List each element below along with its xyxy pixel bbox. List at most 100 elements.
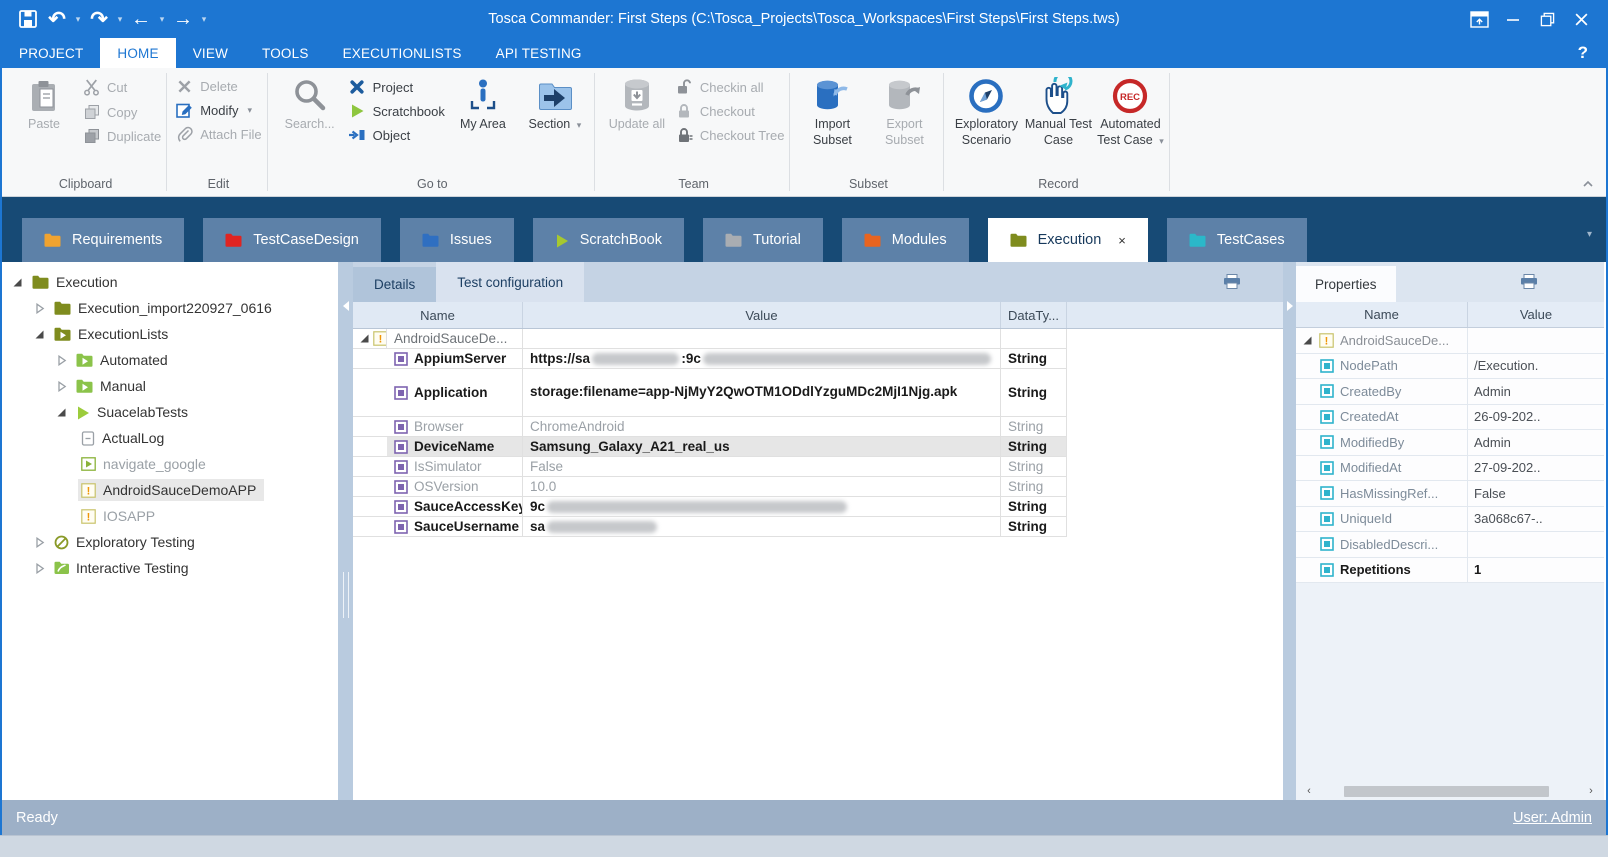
config-row-sauceusername[interactable]: SauceUsernamesaString	[353, 517, 1283, 537]
config-row-appiumserver[interactable]: AppiumServerhttps://sa:9cString	[353, 349, 1283, 369]
minimize-button[interactable]	[1498, 6, 1528, 32]
property-row-nodepath[interactable]: NodePath/Execution.	[1296, 354, 1604, 380]
ribbon-button-scratchbook[interactable]: Scratchbook	[348, 103, 445, 119]
ribbon-button-automated-test-case[interactable]: RECAutomated Test Case ▾	[1094, 70, 1166, 148]
config-row-sauceaccesskey[interactable]: SauceAccessKey9cString	[353, 497, 1283, 517]
column-header-name[interactable]: Name	[353, 302, 523, 328]
tree-item-automated[interactable]: Automated	[4, 347, 338, 373]
printer-icon[interactable]	[1520, 274, 1538, 289]
config-row-issimulator[interactable]: IsSimulatorFalseString	[353, 457, 1283, 477]
close-button[interactable]	[1566, 6, 1596, 32]
workspace-tab-modules[interactable]: Modules	[842, 218, 969, 262]
column-header-datatype[interactable]: DataTy...	[1001, 302, 1067, 328]
tab-overflow-icon[interactable]: ▾	[1587, 229, 1592, 240]
properties-hscrollbar[interactable]: ‹ ›	[1300, 784, 1600, 798]
ribbon-button-my-area[interactable]: My Area	[447, 70, 519, 133]
ribbon-button-manual-test-case[interactable]: Manual Test Case	[1022, 70, 1094, 148]
workspace-tab-scratchbook[interactable]: ScratchBook	[533, 218, 684, 262]
property-row-repetitions[interactable]: Repetitions1	[1296, 558, 1604, 584]
ribbon-button-exploratory-scenario[interactable]: Exploratory Scenario	[950, 70, 1022, 148]
ribbon-button-project[interactable]: Project	[348, 79, 445, 95]
tree-item-iosapp[interactable]: !IOSAPP	[4, 503, 338, 529]
expander-open-icon[interactable]	[1302, 335, 1313, 346]
ribbon-button-cut[interactable]: Cut	[82, 79, 161, 96]
undo-dropdown-icon[interactable]: ▾	[72, 14, 84, 25]
menu-tab-view[interactable]: VIEW	[176, 38, 245, 68]
tree-item-androidsaucedemoapp[interactable]: !AndroidSauceDemoAPP	[4, 477, 338, 503]
menu-tab-executionlists[interactable]: EXECUTIONLISTS	[326, 38, 479, 68]
column-header-value[interactable]: Value	[523, 302, 1001, 328]
expander-closed-icon[interactable]	[34, 303, 51, 314]
ribbon-button-paste[interactable]: Paste	[8, 70, 80, 133]
ribbon-button-modify[interactable]: Modify▾	[175, 102, 261, 118]
expander-closed-icon[interactable]	[56, 381, 73, 392]
tree-item-execution[interactable]: Execution	[4, 269, 338, 295]
config-row-androidsaucede-[interactable]: !AndroidSauceDe...	[353, 329, 1283, 349]
property-row-hasmissingref-[interactable]: HasMissingRef...False	[1296, 481, 1604, 507]
workspace-tab-execution[interactable]: Execution×	[988, 218, 1148, 262]
ribbon-button-checkin-all[interactable]: Checkin all	[675, 79, 785, 95]
redo-dropdown-icon[interactable]: ▾	[114, 14, 126, 25]
tree-item-navigate-google[interactable]: navigate_google	[4, 451, 338, 477]
ribbon-button-object[interactable]: Object	[348, 127, 445, 143]
tree-item-suacelabtests[interactable]: SuacelabTests	[4, 399, 338, 425]
expander-closed-icon[interactable]	[56, 355, 73, 366]
workspace-tab-requirements[interactable]: Requirements	[22, 218, 184, 262]
printer-icon[interactable]	[1223, 274, 1241, 289]
tab-test-configuration[interactable]: Test configuration	[436, 262, 584, 302]
tree-item-executionlists[interactable]: ExecutionLists	[4, 321, 338, 347]
property-row-modifiedby[interactable]: ModifiedByAdmin	[1296, 430, 1604, 456]
menu-tab-home[interactable]: HOME	[100, 38, 175, 68]
ribbon-button-copy[interactable]: Copy	[82, 104, 161, 120]
property-row-createdby[interactable]: CreatedByAdmin	[1296, 379, 1604, 405]
workspace-tab-testcasedesign[interactable]: TestCaseDesign	[203, 218, 381, 262]
config-row-application[interactable]: Applicationstorage:filename=app-NjMyY2Qw…	[353, 369, 1283, 417]
redo-button[interactable]: ↷	[85, 5, 113, 33]
undo-button[interactable]: ↶	[43, 5, 71, 33]
tree-item-interactive-testing[interactable]: Interactive Testing	[4, 555, 338, 581]
scroll-right-icon[interactable]: ›	[1582, 785, 1600, 797]
left-splitter[interactable]	[338, 262, 353, 800]
scroll-left-icon[interactable]: ‹	[1300, 785, 1318, 797]
workspace-tab-issues[interactable]: Issues	[400, 218, 514, 262]
back-button[interactable]: ←	[127, 5, 155, 33]
column-header-name[interactable]: Name	[1296, 302, 1468, 327]
ribbon-button-attach-file[interactable]: Attach File	[175, 126, 261, 142]
menu-tab-project[interactable]: PROJECT	[2, 38, 100, 68]
tree-item-execution-import220927-0616[interactable]: Execution_import220927_0616	[4, 295, 338, 321]
ribbon-display-options-button[interactable]	[1464, 6, 1494, 32]
splitter-grip[interactable]	[343, 572, 349, 618]
right-splitter[interactable]	[1283, 262, 1296, 800]
ribbon-button-update-all[interactable]: Update all	[601, 70, 673, 133]
tab-details[interactable]: Details	[353, 267, 436, 302]
workspace-tab-tutorial[interactable]: Tutorial	[703, 218, 823, 262]
close-tab-icon[interactable]: ×	[1118, 233, 1126, 248]
ribbon-button-import-subset[interactable]: Import Subset	[796, 70, 868, 148]
ribbon-button-checkout[interactable]: Checkout	[675, 103, 785, 119]
user-link[interactable]: User: Admin	[1513, 810, 1592, 826]
forward-button[interactable]: →	[169, 5, 197, 33]
ribbon-button-export-subset[interactable]: Export Subset	[868, 70, 940, 148]
tree-item-exploratory-testing[interactable]: Exploratory Testing	[4, 529, 338, 555]
menu-tab-tools[interactable]: TOOLS	[245, 38, 326, 68]
tree-item-manual[interactable]: Manual	[4, 373, 338, 399]
column-header-value[interactable]: Value	[1468, 302, 1604, 327]
ribbon-button-checkout-tree[interactable]: Checkout Tree	[675, 127, 785, 143]
expander-open-icon[interactable]	[34, 329, 51, 340]
help-button[interactable]: ?	[1578, 38, 1588, 68]
workspace-tab-testcases[interactable]: TestCases	[1167, 218, 1307, 262]
collapse-ribbon-icon[interactable]	[1582, 180, 1594, 188]
property-row-modifiedat[interactable]: ModifiedAt27-09-202..	[1296, 456, 1604, 482]
collapse-left-icon[interactable]	[342, 300, 350, 312]
tab-properties[interactable]: Properties	[1296, 266, 1396, 302]
menu-tab-api-testing[interactable]: API TESTING	[479, 38, 599, 68]
property-row-disableddescri-[interactable]: DisabledDescri...	[1296, 532, 1604, 558]
ribbon-button-search[interactable]: Search...	[274, 70, 346, 133]
expander-open-icon[interactable]	[12, 277, 29, 288]
ribbon-button-section[interactable]: Section ▾	[519, 70, 591, 133]
back-dropdown-icon[interactable]: ▾	[156, 14, 168, 25]
scroll-thumb[interactable]	[1344, 786, 1549, 797]
collapse-right-icon[interactable]	[1286, 300, 1294, 312]
forward-dropdown-icon[interactable]: ▾	[198, 14, 210, 25]
expander-closed-icon[interactable]	[34, 537, 51, 548]
